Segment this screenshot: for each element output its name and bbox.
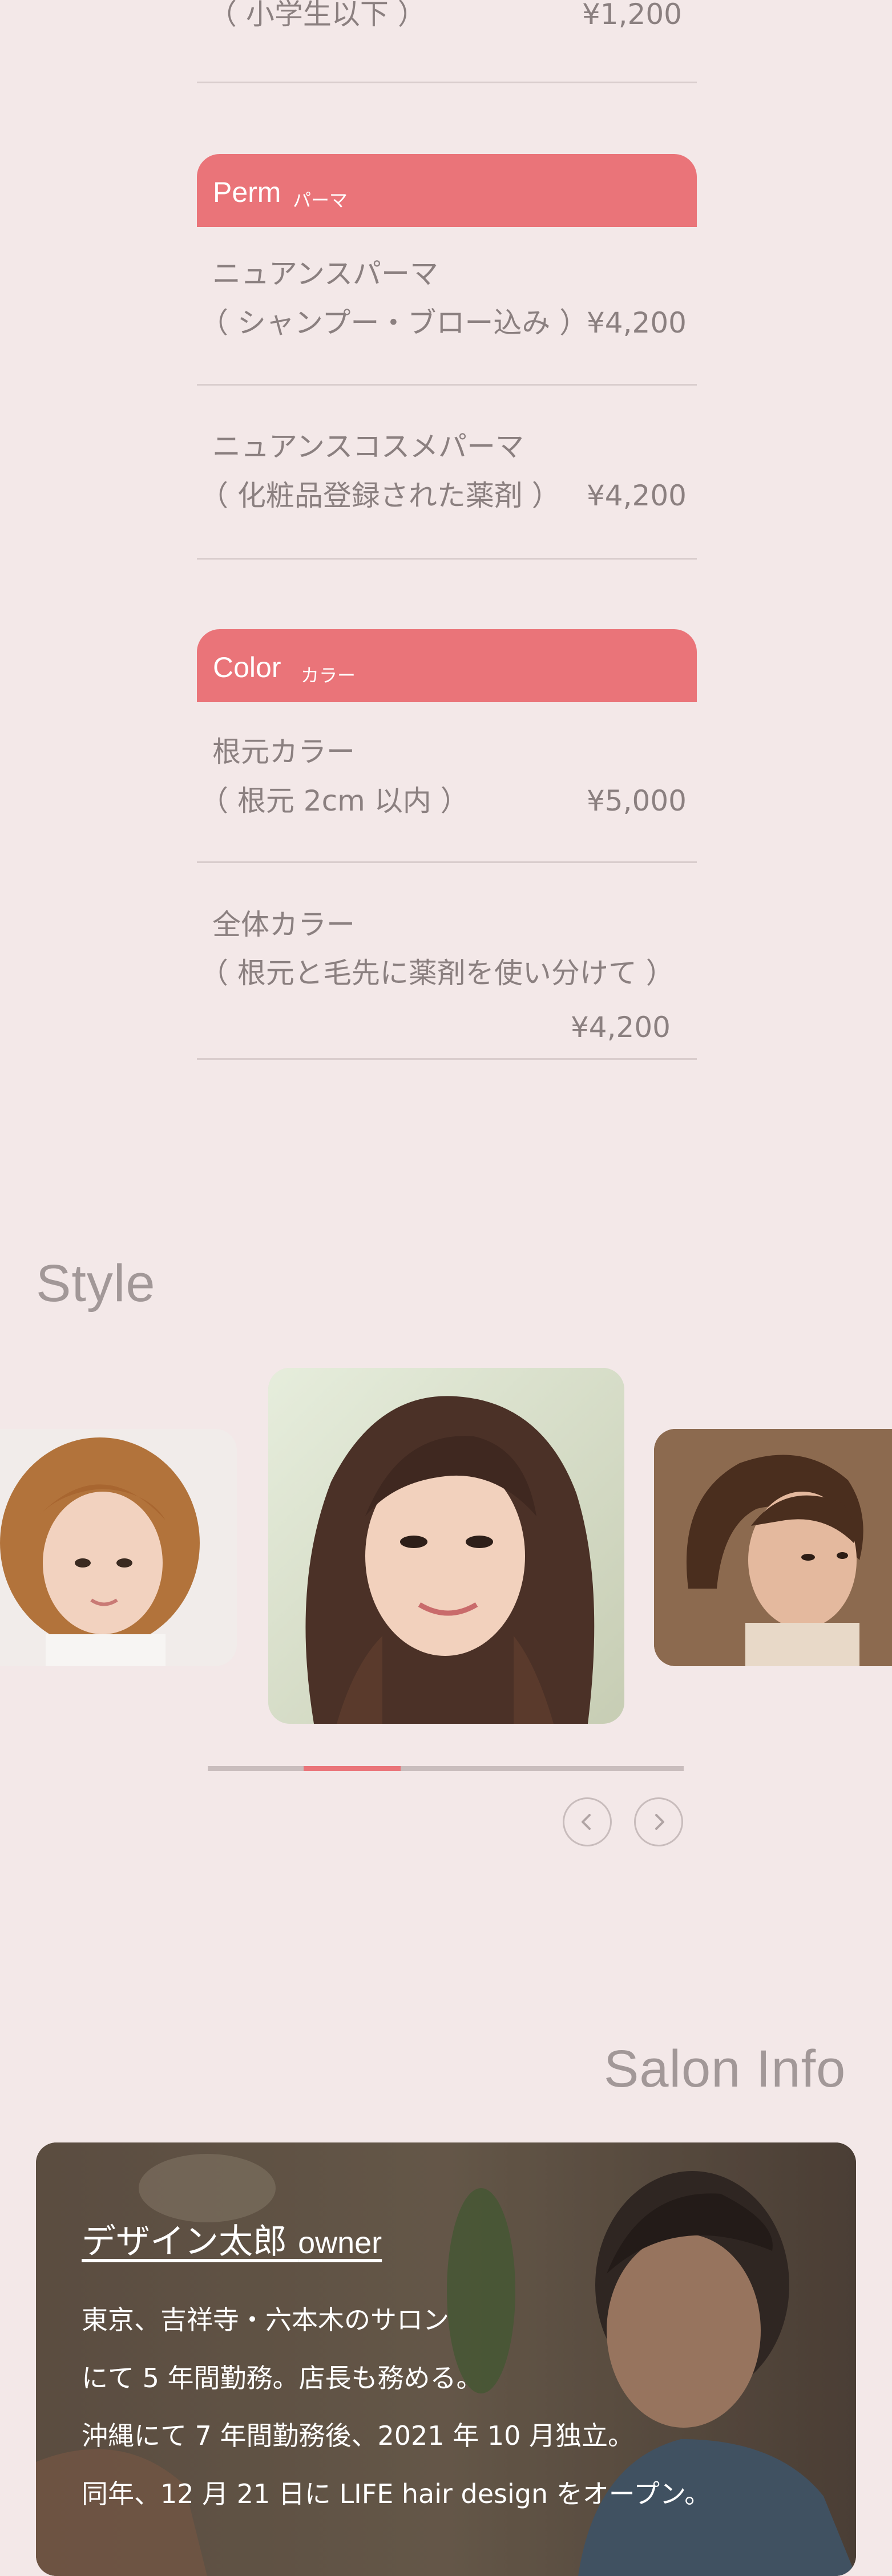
perm-item-price: ¥4,200 bbox=[587, 479, 687, 512]
style-photo-image bbox=[268, 1368, 624, 1724]
chevron-right-icon bbox=[655, 1814, 664, 1830]
carousel-progress-fill bbox=[304, 1766, 401, 1771]
color-item-price: ¥5,000 bbox=[587, 784, 687, 817]
owner-bio-line: にて 5 年間勤務。店長も務める。 bbox=[82, 2363, 483, 2393]
owner-profile-card: デザイン太郎 owner 東京、吉祥寺・六本木のサロン にて 5 年間勤務。店長… bbox=[36, 2142, 856, 2576]
style-photo-featured[interactable] bbox=[268, 1368, 624, 1724]
salon-info-section-title: Salon Info bbox=[604, 2040, 846, 2098]
perm-title-en: Perm bbox=[213, 176, 281, 208]
owner-role: owner bbox=[298, 2226, 382, 2260]
color-category-header: Color カラー bbox=[197, 629, 697, 702]
color-item-price: ¥4,200 bbox=[571, 1011, 671, 1044]
perm-item-name: ニュアンスパーマ bbox=[212, 257, 438, 290]
perm-item-name: ニュアンスコスメパーマ bbox=[212, 430, 524, 463]
perm-title-ja: パーマ bbox=[293, 189, 348, 211]
divider bbox=[197, 558, 697, 560]
color-item-name: 全体カラー bbox=[212, 908, 355, 941]
owner-name: デザイン太郎 bbox=[82, 2222, 287, 2262]
carousel-next-button[interactable] bbox=[634, 1797, 683, 1846]
carousel-progress-bar bbox=[208, 1766, 684, 1771]
owner-bio-line: 東京、吉祥寺・六本木のサロン bbox=[82, 2304, 449, 2335]
perm-item-note: （ 化粧品登録された薬剤 ） bbox=[200, 479, 560, 512]
owner-bio-line: 沖縄にて 7 年間勤務後、2021 年 10 月独立。 bbox=[82, 2420, 634, 2451]
divider bbox=[197, 384, 697, 386]
kids-price: ¥1,200 bbox=[582, 0, 682, 31]
style-photo-image bbox=[654, 1429, 892, 1666]
perm-item-price: ¥4,200 bbox=[587, 306, 687, 339]
divider bbox=[197, 82, 697, 83]
owner-bio-line: 同年、12 月 21 日に LIFE hair design をオープン。 bbox=[82, 2478, 711, 2509]
style-photo[interactable] bbox=[0, 1429, 237, 1666]
color-title-ja: カラー bbox=[301, 665, 356, 686]
color-item-note: （ 根元 2cm 以内 ） bbox=[200, 784, 469, 817]
color-title-en: Color bbox=[213, 651, 281, 683]
perm-item-note: （ シャンプー・ブロー込み ） bbox=[200, 306, 588, 339]
color-item-name: 根元カラー bbox=[212, 735, 355, 768]
carousel-prev-button[interactable] bbox=[563, 1797, 612, 1846]
divider bbox=[197, 1058, 697, 1060]
kids-label: （ 小学生以下 ） bbox=[208, 0, 426, 31]
chevron-left-icon bbox=[582, 1814, 591, 1830]
style-section-title: Style bbox=[36, 1254, 156, 1313]
divider bbox=[197, 861, 697, 863]
color-item-note: （ 根元と毛先に薬剤を使い分けて ） bbox=[200, 957, 675, 990]
perm-category-header: Perm パーマ bbox=[197, 154, 697, 227]
style-photo[interactable] bbox=[654, 1429, 892, 1666]
owner-name-heading: デザイン太郎 owner bbox=[82, 2214, 382, 2263]
style-photo-image bbox=[0, 1429, 237, 1666]
